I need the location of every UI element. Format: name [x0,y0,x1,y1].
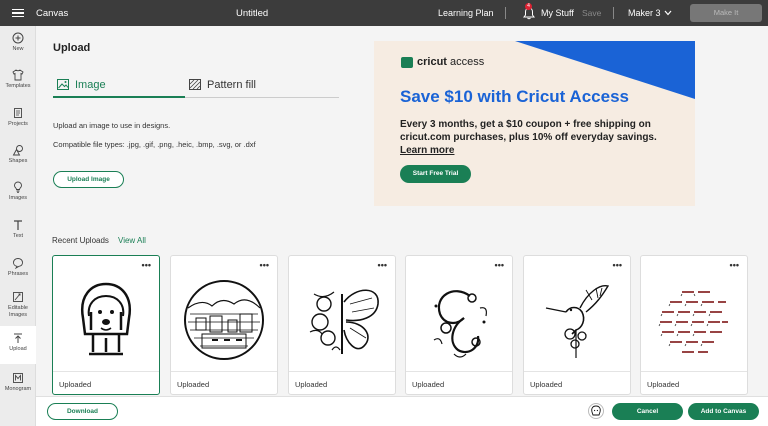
text-icon [14,220,22,230]
cricut-logo-icon [401,56,413,68]
upload-card[interactable]: ••• Uploaded [523,255,631,395]
sidebar-item-label: Shapes [8,158,28,164]
upload-card[interactable]: ••• Uploaded [640,255,748,395]
machine-selector[interactable]: Maker 3 [628,8,661,18]
learn-more-link[interactable]: Learn more [400,145,454,156]
sidebar-item-label: Images [8,195,28,201]
divider [171,371,277,372]
more-options-icon[interactable]: ••• [495,260,504,270]
compatible-file-types: Compatible file types: .jpg, .gif, .png,… [53,140,256,149]
sidebar-item-monogram[interactable]: Monogram [0,372,36,393]
notification-badge: 4 [525,3,532,10]
make-it-button[interactable]: Make It [690,4,762,22]
sidebar-item-templates[interactable]: Templates [0,69,36,90]
card-caption: Uploaded [412,380,445,389]
divider [524,371,630,372]
add-to-canvas-button[interactable]: Add to Canvas [688,403,759,420]
more-options-icon[interactable]: ••• [730,260,739,270]
document-title[interactable]: Untitled [236,8,268,19]
sidebar-item-label: Templates [5,83,31,89]
sidebar-item-label: Phrases [7,271,29,277]
floral-butterfly-image [289,270,395,370]
upload-image-button[interactable]: Upload Image [53,171,124,188]
speech-bubble-icon [13,258,23,269]
ad-body: Every 3 months, get a $10 coupon + free … [400,119,657,143]
divider [289,371,395,372]
sidebar-item-images[interactable]: Images [0,181,36,202]
sidebar-item-label: Upload [9,346,27,352]
tab-label: Pattern fill [207,79,256,91]
sidebar-item-text[interactable]: Text [0,219,36,240]
dog-pattern-image [641,270,747,370]
download-button[interactable]: Download [47,403,118,420]
hooded-dog-preview-icon [591,405,601,416]
divider [641,371,747,372]
sidebar-item-label: Editable Images [8,305,28,318]
tab-pattern-fill[interactable]: Pattern fill [185,76,339,98]
divider [53,371,159,372]
selected-image-preview [588,403,604,419]
upload-card[interactable]: ••• Uploaded [170,255,278,395]
logo-brand: cricut [417,56,447,68]
more-options-icon[interactable]: ••• [142,260,151,270]
divider [505,7,506,19]
view-all-link[interactable]: View All [118,236,146,245]
chevron-down-icon[interactable] [664,10,672,16]
sidebar-item-shapes[interactable]: Shapes [0,144,36,165]
divider [406,371,512,372]
editable-images-icon [13,292,23,302]
sidebar-item-label: Projects [8,121,28,127]
sidebar-item-new[interactable]: New [0,32,36,53]
card-caption: Uploaded [295,380,328,389]
divider [613,7,614,19]
more-options-icon[interactable]: ••• [613,260,622,270]
cancel-button[interactable]: Cancel [612,403,683,420]
hummingbird-image [524,270,630,370]
page-title: Upload [53,42,91,54]
upload-card[interactable]: ••• Uploaded [405,255,513,395]
upload-icon [14,333,22,343]
cricut-access-logo: cricut access [401,56,484,68]
app-title: Canvas [36,7,69,19]
card-caption: Uploaded [530,380,563,389]
learning-plan-link[interactable]: Learning Plan [438,8,494,18]
pattern-icon [189,79,201,90]
sidebar-item-label: Monogram [4,386,32,392]
sidebar-item-label: Text [12,233,24,239]
card-caption: Uploaded [177,380,210,389]
floral-letter-image [406,270,512,370]
sidebar-item-projects[interactable]: Projects [0,107,36,128]
sidebar-item-label: New [12,46,24,52]
recent-uploads-heading: Recent Uploads [52,236,109,245]
circular-town-image [171,270,277,370]
image-icon [57,79,69,90]
upload-card[interactable]: ••• Uploaded [288,255,396,395]
sidebar-item-upload[interactable]: Upload [0,326,36,364]
left-sidebar: New Templates Projects Shapes Images Tex… [0,26,36,426]
sidebar-item-editable-images[interactable]: Editable Images [0,291,36,318]
card-caption: Uploaded [59,380,92,389]
monogram-icon [13,373,23,383]
plus-icon [12,32,24,44]
my-stuff-link[interactable]: My Stuff [541,8,574,18]
card-caption: Uploaded [647,380,680,389]
start-free-trial-button[interactable]: Start Free Trial [400,165,471,183]
ad-headline: Save $10 with Cricut Access [400,87,629,106]
sidebar-item-phrases[interactable]: Phrases [0,257,36,278]
shapes-icon [12,145,23,156]
cricut-access-ad[interactable]: cricut access Save $10 with Cricut Acces… [374,41,695,206]
upload-card[interactable]: ••• Uploaded [52,255,160,395]
hamburger-menu-icon[interactable] [0,0,36,26]
shirt-icon [12,69,24,81]
tab-image[interactable]: Image [53,76,185,98]
logo-suffix: access [450,56,485,68]
lightbulb-icon [14,181,22,193]
more-options-icon[interactable]: ••• [378,260,387,270]
tab-label: Image [75,79,106,91]
more-options-icon[interactable]: ••• [260,260,269,270]
upload-description: Upload an image to use in designs. [53,121,171,130]
hooded-dog-image [53,270,159,370]
save-button[interactable]: Save [582,8,601,18]
projects-icon [14,108,22,118]
